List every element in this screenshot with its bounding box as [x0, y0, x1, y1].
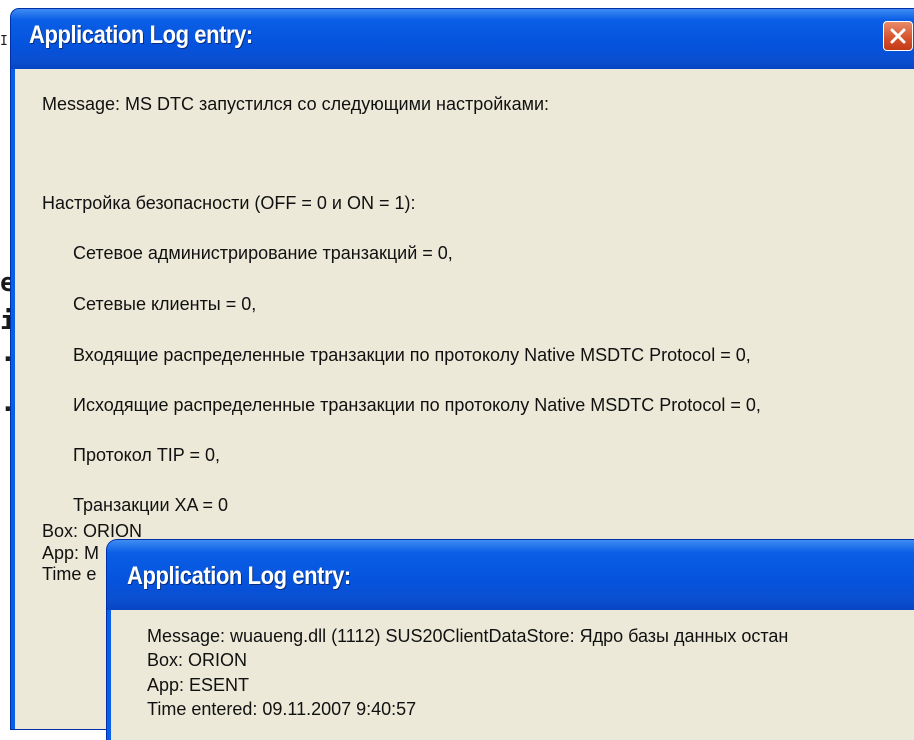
time-line: Time e [42, 564, 97, 584]
window-titlebar[interactable]: Application Log entry: [11, 9, 914, 69]
setting-line: Входящие распределенные транзакции по пр… [73, 345, 751, 365]
window-title: Application Log entry: [127, 562, 351, 590]
window-body: Message: wuaueng.dll (1112) SUS20ClientD… [111, 610, 914, 740]
background-text-fragment: I [0, 34, 8, 49]
setting-line: Сетевые клиенты = 0, [73, 294, 257, 314]
close-icon [890, 28, 906, 44]
box-line: Box: ORION [42, 521, 143, 541]
setting-line: Сетевое администрирование транзакций = 0… [73, 243, 453, 263]
security-settings-line: Настройка безопасности (OFF = 0 и ON = 1… [42, 193, 416, 213]
window-titlebar[interactable]: Application Log entry: [107, 540, 914, 610]
app-line: App: ESENT [147, 675, 250, 695]
setting-line: Транзакции XA = 0 [73, 495, 229, 515]
app-line: App: M [42, 543, 100, 563]
message-line: Message: wuaueng.dll (1112) SUS20ClientD… [147, 626, 789, 646]
setting-line: Протокол TIP = 0, [73, 445, 221, 465]
window-title: Application Log entry: [29, 21, 253, 49]
setting-line: Исходящие распределенные транзакции по п… [73, 395, 761, 415]
message-line: Message: MS DTC запустился со следующими… [42, 94, 550, 114]
box-line: Box: ORION [147, 650, 248, 670]
time-line: Time entered: 09.11.2007 9:40:57 [147, 699, 417, 719]
close-button[interactable] [883, 21, 913, 51]
log-entry-window: Application Log entry: Message: wuaueng.… [107, 540, 914, 740]
